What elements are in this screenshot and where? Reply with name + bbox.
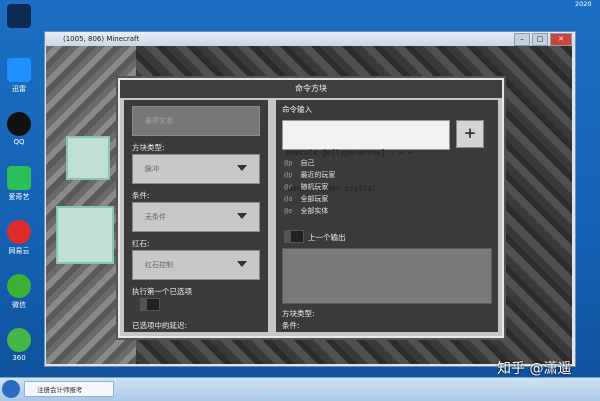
start-button[interactable]	[2, 380, 20, 398]
redstone-label: 红石:	[132, 239, 150, 248]
desktop-icon-label: 微信	[12, 301, 26, 309]
ps-desktop-icon[interactable]	[2, 4, 36, 30]
desktop-icon-label: 爱奇艺	[8, 193, 30, 201]
taskbar-search[interactable]: 注册会计师报考	[24, 381, 114, 397]
qq-desktop-icon[interactable]: QQ	[2, 112, 36, 146]
block-type-value: 脉冲	[145, 165, 159, 173]
window-controls: – □ ✕	[514, 33, 572, 46]
taskbar-search-text: 注册会计师报考	[37, 386, 83, 394]
security-desktop-icon[interactable]: 360	[2, 328, 36, 362]
condition-value: 无条件	[145, 213, 166, 221]
command-input[interactable]: execute @e[type=arrow] ~ ~ ~ summon ende…	[282, 120, 450, 193]
chevron-down-icon	[237, 261, 247, 267]
previous-output-label: 上一个输出	[308, 233, 346, 242]
minimize-button[interactable]: –	[514, 33, 530, 46]
redstone-dropdown[interactable]: 红石控制	[132, 250, 260, 280]
chevron-down-icon	[237, 165, 247, 171]
block-type-label: 方块类型:	[132, 143, 165, 152]
settings-panel: 悬停文本 方块类型: 脉冲 条件: 无条件 红石: 红石控制 执行第一个已选项 …	[124, 100, 268, 332]
previous-output-box	[282, 248, 492, 304]
close-button[interactable]: ✕	[550, 33, 572, 46]
hover-text-input[interactable]: 悬停文本	[132, 106, 260, 136]
command-panel: 命令输入 execute @e[type=arrow] ~ ~ ~ summon…	[276, 100, 498, 332]
selector-hint: @e 全部实体	[284, 207, 329, 215]
chevron-down-icon	[237, 213, 247, 219]
selector-hint: @a 全部玩家	[284, 195, 329, 203]
app-desktop-icon-1[interactable]: 迅雷	[2, 58, 36, 94]
window-title: (1005, 806) Minecraft	[45, 32, 575, 46]
selector-hint: @r 随机玩家	[284, 183, 329, 191]
selector-hint: @p 最近的玩家	[284, 171, 336, 179]
execute-first-toggle[interactable]	[140, 298, 160, 311]
desktop-icon-label: 网易云	[8, 247, 30, 255]
taskbar: 注册会计师报考	[0, 377, 600, 401]
hover-text-placeholder: 悬停文本	[145, 117, 173, 125]
iqiyi-desktop-icon[interactable]: 爱奇艺	[2, 166, 36, 202]
redstone-value: 红石控制	[145, 261, 173, 269]
command-block-2	[56, 206, 114, 264]
clock-text: 2020	[575, 0, 592, 8]
maximize-button[interactable]: □	[532, 33, 548, 46]
selector-hint: @p 自己	[284, 159, 315, 167]
block-type-dropdown[interactable]: 脉冲	[132, 154, 260, 184]
watermark: 知乎 @潇遥	[497, 361, 572, 377]
command-block-1	[66, 136, 110, 180]
condition-label: 条件:	[132, 191, 150, 200]
previous-output-toggle[interactable]	[284, 230, 304, 243]
command-block-dialog: 命令方块 悬停文本 方块类型: 脉冲 条件: 无条件 红石: 红石控制 执行第一…	[118, 78, 504, 338]
command-input-label: 命令输入	[282, 105, 312, 114]
desktop-icon-label: 迅雷	[12, 85, 26, 93]
block-type-label-right: 方块类型:	[282, 309, 315, 318]
delay-label: 已选项中的延迟:	[132, 321, 188, 330]
condition-dropdown[interactable]: 无条件	[132, 202, 260, 232]
dialog-title: 命令方块	[120, 80, 502, 98]
condition-label-right: 条件:	[282, 321, 300, 330]
netease-desktop-icon[interactable]: 网易云	[2, 220, 36, 256]
desktop-icon-label: QQ	[13, 138, 25, 146]
wechat-desktop-icon[interactable]: 微信	[2, 274, 36, 310]
execute-first-label: 执行第一个已选项	[132, 287, 192, 296]
desktop-icon-label: 360	[12, 354, 26, 362]
add-button[interactable]: +	[456, 120, 484, 148]
